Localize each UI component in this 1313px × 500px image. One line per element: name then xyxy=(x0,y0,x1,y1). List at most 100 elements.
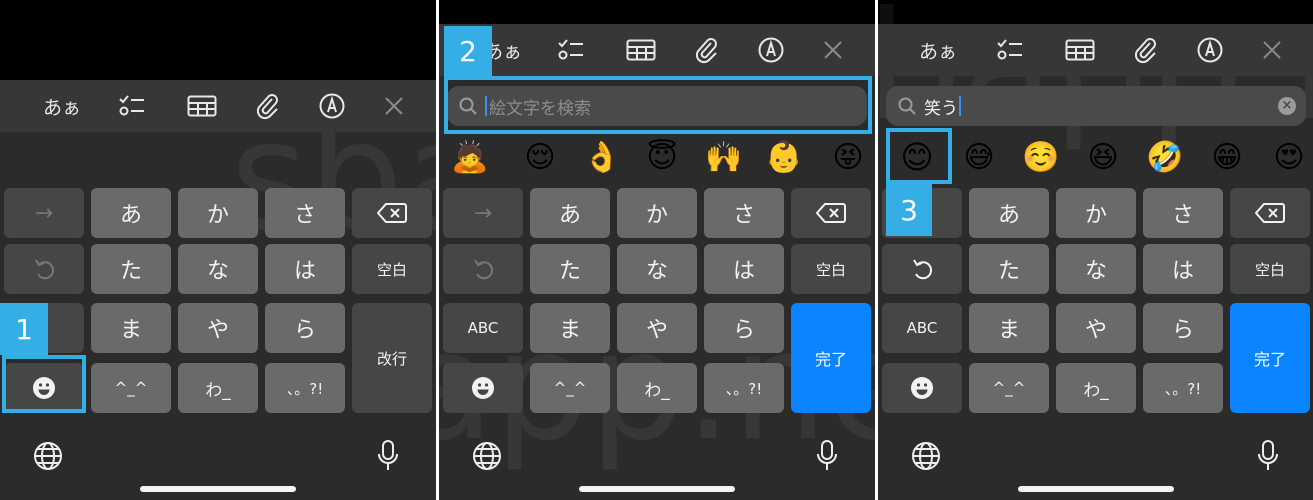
microphone-icon[interactable] xyxy=(368,436,408,476)
key-ha[interactable]: は xyxy=(704,244,784,294)
key-a[interactable]: あ xyxy=(969,188,1049,238)
key-ka[interactable]: か xyxy=(178,188,258,238)
key-a[interactable]: あ xyxy=(530,188,610,238)
keyboard-panel-step-1: sbapp.net あぁ → あ か さ た な は 空白 xyxy=(0,0,436,500)
key-ra[interactable]: ら xyxy=(265,303,345,353)
emoji-candidate[interactable]: 👶 xyxy=(757,134,811,180)
paperclip-icon[interactable] xyxy=(677,24,737,76)
key-ta[interactable]: た xyxy=(530,244,610,294)
key-ya[interactable]: や xyxy=(617,303,697,353)
key-ta[interactable]: た xyxy=(91,244,171,294)
emoji-result[interactable]: 😁 xyxy=(1200,134,1254,180)
close-icon[interactable] xyxy=(1242,24,1302,76)
done-key[interactable]: 完了 xyxy=(1230,303,1310,413)
keyboard-bottom-bar xyxy=(878,424,1313,500)
markup-pen-icon[interactable] xyxy=(302,80,362,132)
markup-pen-icon[interactable] xyxy=(1180,24,1240,76)
backspace-key[interactable] xyxy=(1230,188,1310,238)
backspace-key[interactable] xyxy=(352,188,432,238)
keyboard-toolbar: あぁ xyxy=(878,24,1313,76)
return-key[interactable]: 改行 xyxy=(352,303,432,413)
key-wa[interactable]: わ_ xyxy=(178,363,258,413)
key-punctuation[interactable]: 、。?! xyxy=(704,363,784,413)
table-icon[interactable] xyxy=(172,80,232,132)
done-key[interactable]: 完了 xyxy=(791,303,871,413)
key-ma[interactable]: ま xyxy=(91,303,171,353)
space-key[interactable]: 空白 xyxy=(791,244,871,294)
key-punctuation[interactable]: 、。?! xyxy=(265,363,345,413)
emoji-key[interactable] xyxy=(443,363,523,413)
key-ma[interactable]: ま xyxy=(530,303,610,353)
emoji-result[interactable]: 🤣 xyxy=(1138,134,1192,180)
emoji-candidate[interactable]: 👌 xyxy=(575,134,629,180)
undo-key[interactable] xyxy=(443,244,523,294)
key-ha[interactable]: は xyxy=(1143,244,1223,294)
key-ta[interactable]: た xyxy=(969,244,1049,294)
key-sa[interactable]: さ xyxy=(704,188,784,238)
key-kaomoji[interactable]: ^_^ xyxy=(91,363,171,413)
kana-mode-button[interactable]: あぁ xyxy=(32,80,92,132)
arrow-key[interactable]: → xyxy=(4,188,84,238)
highlight-search-field xyxy=(444,76,872,134)
key-ma[interactable]: ま xyxy=(969,303,1049,353)
microphone-icon[interactable] xyxy=(807,436,847,476)
globe-icon[interactable] xyxy=(28,436,68,476)
key-sa[interactable]: さ xyxy=(1143,188,1223,238)
key-na[interactable]: な xyxy=(617,244,697,294)
abc-key[interactable]: ABC xyxy=(882,303,962,353)
clear-search-icon[interactable]: × xyxy=(1278,97,1296,115)
backspace-key[interactable] xyxy=(791,188,871,238)
key-ka[interactable]: か xyxy=(617,188,697,238)
arrow-key[interactable]: → xyxy=(443,188,523,238)
paperclip-icon[interactable] xyxy=(1116,24,1176,76)
emoji-search-field[interactable]: 笑う × xyxy=(886,86,1306,126)
globe-icon[interactable] xyxy=(467,436,507,476)
undo-icon xyxy=(913,259,933,280)
abc-key[interactable]: ABC xyxy=(443,303,523,353)
key-ha[interactable]: は xyxy=(265,244,345,294)
key-wa[interactable]: わ_ xyxy=(617,363,697,413)
emoji-key[interactable] xyxy=(882,363,962,413)
key-punctuation[interactable]: 、。?! xyxy=(1143,363,1223,413)
key-kaomoji[interactable]: ^_^ xyxy=(530,363,610,413)
undo-key[interactable] xyxy=(882,244,962,294)
key-a[interactable]: あ xyxy=(91,188,171,238)
key-na[interactable]: な xyxy=(178,244,258,294)
emoji-candidate[interactable]: 🙇 xyxy=(443,134,497,180)
space-key[interactable]: 空白 xyxy=(1230,244,1310,294)
emoji-candidate[interactable]: 😇 xyxy=(635,134,689,180)
key-sa[interactable]: さ xyxy=(265,188,345,238)
emoji-result[interactable]: 😍 xyxy=(1262,134,1313,180)
key-ra[interactable]: ら xyxy=(1143,303,1223,353)
close-icon[interactable] xyxy=(803,24,863,76)
checklist-icon[interactable] xyxy=(541,24,601,76)
key-kaomoji[interactable]: ^_^ xyxy=(969,363,1049,413)
close-icon[interactable] xyxy=(364,80,424,132)
emoji-candidate[interactable]: 😝 xyxy=(821,134,875,180)
checklist-icon[interactable] xyxy=(102,80,162,132)
paperclip-icon[interactable] xyxy=(238,80,298,132)
key-ra[interactable]: ら xyxy=(704,303,784,353)
markup-pen-icon[interactable] xyxy=(741,24,801,76)
checklist-icon[interactable] xyxy=(980,24,1040,76)
key-ya[interactable]: や xyxy=(178,303,258,353)
kana-mode-button[interactable]: あぁ xyxy=(908,24,968,76)
undo-key[interactable] xyxy=(4,244,84,294)
text-caret xyxy=(959,96,961,116)
step-badge-3: 3 xyxy=(886,184,932,236)
key-wa[interactable]: わ_ xyxy=(1056,363,1136,413)
emoji-candidate[interactable]: 🙌 xyxy=(697,134,751,180)
emoji-result[interactable]: 😅 xyxy=(952,134,1006,180)
table-icon[interactable] xyxy=(1050,24,1110,76)
key-ya[interactable]: や xyxy=(1056,303,1136,353)
key-na[interactable]: な xyxy=(1056,244,1136,294)
space-key[interactable]: 空白 xyxy=(352,244,432,294)
key-ka[interactable]: か xyxy=(1056,188,1136,238)
globe-icon[interactable] xyxy=(906,436,946,476)
table-icon[interactable] xyxy=(611,24,671,76)
keyboard-bottom-bar xyxy=(0,424,436,500)
emoji-result[interactable]: 😆 xyxy=(1076,134,1130,180)
emoji-result[interactable]: ☺️ xyxy=(1014,134,1068,180)
microphone-icon[interactable] xyxy=(1248,436,1288,476)
emoji-candidate[interactable]: 😌 xyxy=(513,134,567,180)
